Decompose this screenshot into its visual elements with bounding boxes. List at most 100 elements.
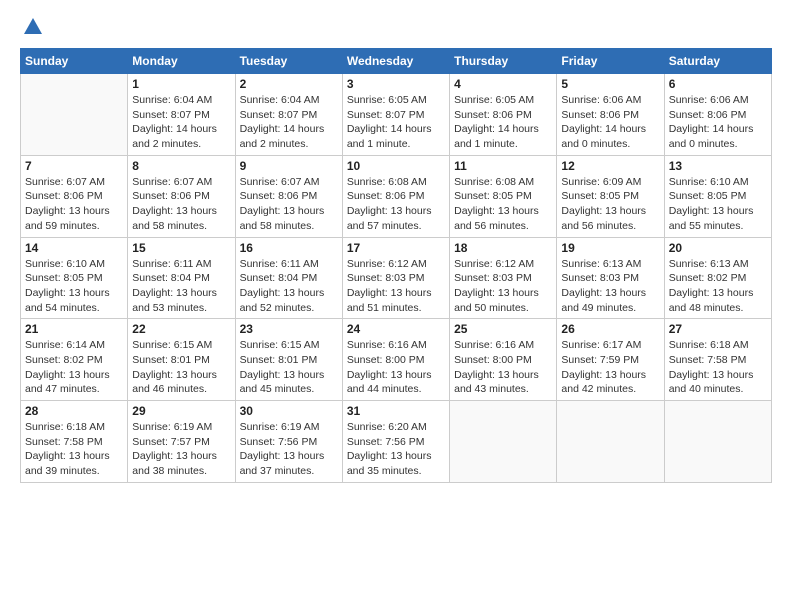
day-info: Sunrise: 6:19 AMSunset: 7:57 PMDaylight:… (132, 420, 230, 479)
day-info: Sunrise: 6:11 AMSunset: 8:04 PMDaylight:… (240, 257, 338, 316)
logo-icon (22, 16, 44, 38)
day-number: 17 (347, 241, 445, 255)
calendar-cell: 5 Sunrise: 6:06 AMSunset: 8:06 PMDaylight… (557, 74, 664, 156)
calendar-cell: 21 Sunrise: 6:14 AMSunset: 8:02 PMDayligh… (21, 319, 128, 401)
day-info: Sunrise: 6:12 AMSunset: 8:03 PMDaylight:… (347, 257, 445, 316)
day-info: Sunrise: 6:17 AMSunset: 7:59 PMDaylight:… (561, 338, 659, 397)
day-info: Sunrise: 6:18 AMSunset: 7:58 PMDaylight:… (25, 420, 123, 479)
calendar-cell: 4 Sunrise: 6:05 AMSunset: 8:06 PMDaylight… (450, 74, 557, 156)
week-row-5: 28 Sunrise: 6:18 AMSunset: 7:58 PMDayligh… (21, 401, 772, 483)
day-number: 16 (240, 241, 338, 255)
weekday-header-saturday: Saturday (664, 49, 771, 74)
day-info: Sunrise: 6:15 AMSunset: 8:01 PMDaylight:… (240, 338, 338, 397)
calendar-cell: 20 Sunrise: 6:13 AMSunset: 8:02 PMDayligh… (664, 237, 771, 319)
day-number: 4 (454, 77, 552, 91)
day-number: 18 (454, 241, 552, 255)
day-info: Sunrise: 6:08 AMSunset: 8:06 PMDaylight:… (347, 175, 445, 234)
day-info: Sunrise: 6:20 AMSunset: 7:56 PMDaylight:… (347, 420, 445, 479)
weekday-header-row: SundayMondayTuesdayWednesdayThursdayFrid… (21, 49, 772, 74)
calendar-cell: 30Sunrise: 6:19 AMSunset: 7:56 PMDayligh… (235, 401, 342, 483)
calendar-cell: 7 Sunrise: 6:07 AMSunset: 8:06 PMDaylight… (21, 155, 128, 237)
day-info: Sunrise: 6:13 AMSunset: 8:02 PMDaylight:… (669, 257, 767, 316)
weekday-header-monday: Monday (128, 49, 235, 74)
calendar-cell (664, 401, 771, 483)
day-number: 3 (347, 77, 445, 91)
day-info: Sunrise: 6:04 AMSunset: 8:07 PMDaylight:… (240, 93, 338, 152)
calendar-cell: 3 Sunrise: 6:05 AMSunset: 8:07 PMDaylight… (342, 74, 449, 156)
day-info: Sunrise: 6:12 AMSunset: 8:03 PMDaylight:… (454, 257, 552, 316)
day-number: 26 (561, 322, 659, 336)
day-number: 15 (132, 241, 230, 255)
day-info: Sunrise: 6:16 AMSunset: 8:00 PMDaylight:… (454, 338, 552, 397)
calendar-cell: 10 Sunrise: 6:08 AMSunset: 8:06 PMDayligh… (342, 155, 449, 237)
day-number: 22 (132, 322, 230, 336)
calendar-cell: 22 Sunrise: 6:15 AMSunset: 8:01 PMDayligh… (128, 319, 235, 401)
day-info: Sunrise: 6:09 AMSunset: 8:05 PMDaylight:… (561, 175, 659, 234)
day-info: Sunrise: 6:05 AMSunset: 8:06 PMDaylight:… (454, 93, 552, 152)
day-number: 1 (132, 77, 230, 91)
day-number: 11 (454, 159, 552, 173)
calendar-cell: 17 Sunrise: 6:12 AMSunset: 8:03 PMDayligh… (342, 237, 449, 319)
calendar-cell: 26 Sunrise: 6:17 AMSunset: 7:59 PMDayligh… (557, 319, 664, 401)
day-number: 29 (132, 404, 230, 418)
weekday-header-thursday: Thursday (450, 49, 557, 74)
day-info: Sunrise: 6:07 AMSunset: 8:06 PMDaylight:… (25, 175, 123, 234)
day-number: 20 (669, 241, 767, 255)
day-number: 2 (240, 77, 338, 91)
calendar-cell: 11 Sunrise: 6:08 AMSunset: 8:05 PMDayligh… (450, 155, 557, 237)
calendar-cell: 13 Sunrise: 6:10 AMSunset: 8:05 PMDayligh… (664, 155, 771, 237)
day-info: Sunrise: 6:18 AMSunset: 7:58 PMDaylight:… (669, 338, 767, 397)
day-info: Sunrise: 6:07 AMSunset: 8:06 PMDaylight:… (132, 175, 230, 234)
day-number: 30 (240, 404, 338, 418)
week-row-1: 1 Sunrise: 6:04 AMSunset: 8:07 PMDaylight… (21, 74, 772, 156)
day-info: Sunrise: 6:10 AMSunset: 8:05 PMDaylight:… (669, 175, 767, 234)
header (20, 16, 772, 38)
day-info: Sunrise: 6:13 AMSunset: 8:03 PMDaylight:… (561, 257, 659, 316)
calendar-cell: 31 Sunrise: 6:20 AMSunset: 7:56 PMDayligh… (342, 401, 449, 483)
day-info: Sunrise: 6:16 AMSunset: 8:00 PMDaylight:… (347, 338, 445, 397)
calendar-cell: 24Sunrise: 6:16 AMSunset: 8:00 PMDayligh… (342, 319, 449, 401)
calendar-cell: 19 Sunrise: 6:13 AMSunset: 8:03 PMDayligh… (557, 237, 664, 319)
day-number: 10 (347, 159, 445, 173)
day-number: 7 (25, 159, 123, 173)
calendar-cell: 2 Sunrise: 6:04 AMSunset: 8:07 PMDaylight… (235, 74, 342, 156)
calendar-cell: 6Sunrise: 6:06 AMSunset: 8:06 PMDaylight… (664, 74, 771, 156)
day-info: Sunrise: 6:08 AMSunset: 8:05 PMDaylight:… (454, 175, 552, 234)
calendar-cell: 9Sunrise: 6:07 AMSunset: 8:06 PMDaylight… (235, 155, 342, 237)
calendar-table: SundayMondayTuesdayWednesdayThursdayFrid… (20, 48, 772, 483)
day-info: Sunrise: 6:04 AMSunset: 8:07 PMDaylight:… (132, 93, 230, 152)
page: SundayMondayTuesdayWednesdayThursdayFrid… (0, 0, 792, 493)
weekday-header-tuesday: Tuesday (235, 49, 342, 74)
weekday-header-friday: Friday (557, 49, 664, 74)
calendar-cell (557, 401, 664, 483)
day-info: Sunrise: 6:05 AMSunset: 8:07 PMDaylight:… (347, 93, 445, 152)
calendar-cell: 29 Sunrise: 6:19 AMSunset: 7:57 PMDayligh… (128, 401, 235, 483)
weekday-header-sunday: Sunday (21, 49, 128, 74)
weekday-header-wednesday: Wednesday (342, 49, 449, 74)
day-number: 14 (25, 241, 123, 255)
calendar-cell: 14Sunrise: 6:10 AMSunset: 8:05 PMDayligh… (21, 237, 128, 319)
calendar-cell: 18 Sunrise: 6:12 AMSunset: 8:03 PMDayligh… (450, 237, 557, 319)
calendar-cell: 23 Sunrise: 6:15 AMSunset: 8:01 PMDayligh… (235, 319, 342, 401)
week-row-4: 21 Sunrise: 6:14 AMSunset: 8:02 PMDayligh… (21, 319, 772, 401)
day-info: Sunrise: 6:15 AMSunset: 8:01 PMDaylight:… (132, 338, 230, 397)
day-info: Sunrise: 6:14 AMSunset: 8:02 PMDaylight:… (25, 338, 123, 397)
calendar-cell (450, 401, 557, 483)
day-number: 28 (25, 404, 123, 418)
calendar-cell: 12Sunrise: 6:09 AMSunset: 8:05 PMDayligh… (557, 155, 664, 237)
day-number: 8 (132, 159, 230, 173)
day-info: Sunrise: 6:06 AMSunset: 8:06 PMDaylight:… (561, 93, 659, 152)
logo (20, 16, 44, 38)
calendar-cell: 15 Sunrise: 6:11 AMSunset: 8:04 PMDayligh… (128, 237, 235, 319)
week-row-2: 7 Sunrise: 6:07 AMSunset: 8:06 PMDaylight… (21, 155, 772, 237)
day-number: 31 (347, 404, 445, 418)
day-number: 19 (561, 241, 659, 255)
calendar-cell (21, 74, 128, 156)
day-number: 21 (25, 322, 123, 336)
day-info: Sunrise: 6:06 AMSunset: 8:06 PMDaylight:… (669, 93, 767, 152)
day-number: 13 (669, 159, 767, 173)
day-number: 23 (240, 322, 338, 336)
day-number: 5 (561, 77, 659, 91)
calendar-cell: 16 Sunrise: 6:11 AMSunset: 8:04 PMDayligh… (235, 237, 342, 319)
day-info: Sunrise: 6:11 AMSunset: 8:04 PMDaylight:… (132, 257, 230, 316)
